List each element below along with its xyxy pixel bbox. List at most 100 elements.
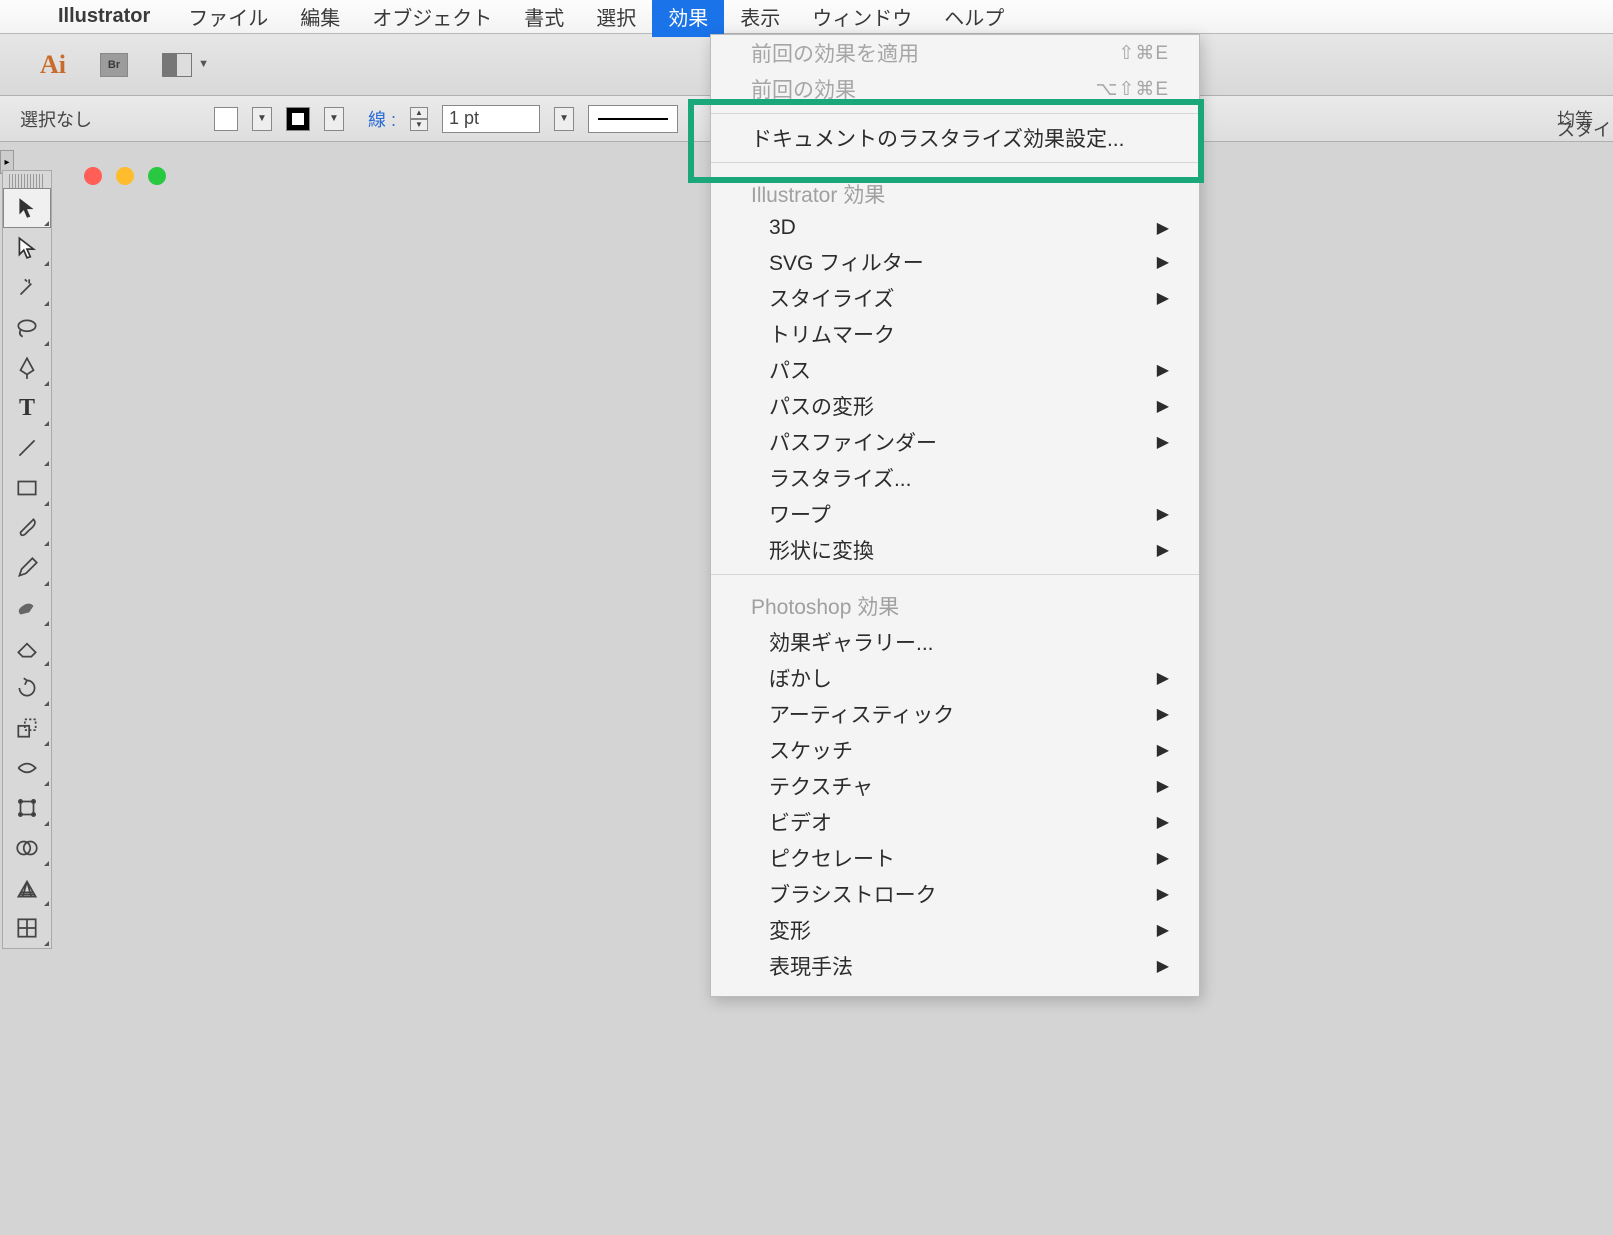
menu-item[interactable]: 表現手法▶ bbox=[711, 948, 1199, 984]
stroke-profile-preview[interactable] bbox=[588, 105, 678, 133]
arrange-documents-button[interactable] bbox=[162, 53, 192, 77]
menu-help[interactable]: ヘルプ bbox=[928, 0, 1020, 37]
menu-item-label: トリムマーク bbox=[769, 319, 895, 349]
macos-menubar: Illustrator ファイル 編集 オブジェクト 書式 選択 効果 表示 ウ… bbox=[0, 0, 1613, 34]
menu-item-label: スケッチ bbox=[769, 735, 853, 765]
effect-menu-dropdown: 前回の効果を適用 ⇧⌘E 前回の効果⌥⇧⌘E ドキュメントのラスタライズ効果設定...… bbox=[710, 34, 1200, 997]
submenu-arrow-icon: ▶ bbox=[1157, 704, 1169, 724]
menu-divider bbox=[711, 574, 1199, 575]
menu-window[interactable]: ウィンドウ bbox=[796, 0, 928, 37]
app-name[interactable]: Illustrator bbox=[58, 5, 150, 28]
menu-item: 前回の効果を適用 ⇧⌘E bbox=[711, 35, 1199, 71]
close-window-button[interactable] bbox=[84, 167, 102, 185]
menu-item[interactable]: SVG フィルター▶ bbox=[711, 244, 1199, 280]
menu-object[interactable]: オブジェクト bbox=[356, 0, 508, 37]
menu-item[interactable]: テクスチャ▶ bbox=[711, 768, 1199, 804]
menu-item[interactable]: 形状に変換▶ bbox=[711, 532, 1199, 568]
paintbrush-tool[interactable] bbox=[3, 508, 51, 548]
menu-shortcut: ⇧⌘E bbox=[1118, 42, 1169, 65]
menu-shortcut: ⌥⇧⌘E bbox=[1096, 78, 1170, 101]
pen-tool[interactable] bbox=[3, 348, 51, 388]
submenu-arrow-icon: ▶ bbox=[1157, 504, 1169, 524]
menu-item[interactable]: ピクセレート▶ bbox=[711, 840, 1199, 876]
menu-edit[interactable]: 編集 bbox=[284, 0, 356, 37]
minimize-window-button[interactable] bbox=[116, 167, 134, 185]
menu-item-label: パスの変形 bbox=[769, 391, 874, 421]
menu-item[interactable]: ぼかし ▶ bbox=[711, 660, 1199, 696]
lasso-tool[interactable] bbox=[3, 308, 51, 348]
menu-item-label: アーティスティック bbox=[769, 699, 954, 729]
submenu-arrow-icon: ▶ bbox=[1157, 360, 1169, 380]
menu-item[interactable]: 変形 ▶ bbox=[711, 912, 1199, 948]
shape-builder-tool[interactable] bbox=[3, 828, 51, 868]
menu-item[interactable]: 効果ギャラリー... bbox=[711, 624, 1199, 660]
menu-item[interactable]: ビデオ▶ bbox=[711, 804, 1199, 840]
menu-item-label: SVG フィルター bbox=[769, 247, 924, 277]
zoom-window-button[interactable] bbox=[148, 167, 166, 185]
bridge-button[interactable]: Br bbox=[100, 53, 128, 77]
mesh-tool[interactable] bbox=[3, 908, 51, 948]
menu-item[interactable]: スケッチ ▶ bbox=[711, 732, 1199, 768]
menu-type[interactable]: 書式 bbox=[508, 0, 580, 37]
menu-divider bbox=[711, 113, 1199, 114]
menu-view[interactable]: 表示 bbox=[724, 0, 796, 37]
menu-item-label: 3D bbox=[769, 216, 796, 240]
menu-item[interactable]: スタイライズ▶ bbox=[711, 280, 1199, 316]
menu-item-label: 変形 bbox=[769, 915, 811, 945]
submenu-arrow-icon: ▶ bbox=[1157, 740, 1169, 760]
menu-item[interactable]: ドキュメントのラスタライズ効果設定... bbox=[711, 120, 1199, 156]
menu-item-label: 前回の効果を適用 bbox=[751, 38, 919, 68]
stroke-weight-dropdown[interactable]: ▼ bbox=[554, 107, 574, 131]
scale-tool[interactable] bbox=[3, 708, 51, 748]
rectangle-tool[interactable] bbox=[3, 468, 51, 508]
palette-grip[interactable] bbox=[9, 174, 45, 188]
blob-brush-tool[interactable] bbox=[3, 588, 51, 628]
menu-item-label: 効果ギャラリー... bbox=[769, 627, 934, 657]
menu-divider bbox=[711, 162, 1199, 163]
menu-item[interactable]: パス ▶ bbox=[711, 352, 1199, 388]
stroke-weight-field[interactable]: 1 pt bbox=[442, 105, 540, 133]
menu-item[interactable]: パスの変形▶ bbox=[711, 388, 1199, 424]
stroke-swatch[interactable] bbox=[286, 107, 310, 131]
stroke-weight-stepper[interactable]: ▲▼ bbox=[410, 107, 428, 131]
eraser-tool[interactable] bbox=[3, 628, 51, 668]
direct-selection-tool[interactable] bbox=[3, 228, 51, 268]
stroke-label[interactable]: 線 : bbox=[368, 106, 396, 132]
fill-swatch[interactable] bbox=[214, 107, 238, 131]
menu-item[interactable]: ブラシストローク▶ bbox=[711, 876, 1199, 912]
free-transform-tool[interactable] bbox=[3, 788, 51, 828]
magic-wand-tool[interactable] bbox=[3, 268, 51, 308]
width-tool[interactable] bbox=[3, 748, 51, 788]
menu-section-header: Illustrator 効果 bbox=[711, 169, 1199, 212]
menu-file[interactable]: ファイル bbox=[172, 0, 284, 37]
menu-item-label: パス bbox=[769, 355, 811, 385]
menu-item[interactable]: 3D▶ bbox=[711, 212, 1199, 244]
fill-dropdown[interactable]: ▼ bbox=[252, 107, 272, 131]
menu-item[interactable]: アーティスティック ▶ bbox=[711, 696, 1199, 732]
menu-item-label: ドキュメントのラスタライズ効果設定... bbox=[751, 123, 1124, 153]
menu-item-label: ぼかし bbox=[769, 663, 832, 693]
menu-item[interactable]: ワープ▶ bbox=[711, 496, 1199, 532]
menu-item-label: Illustrator 効果 bbox=[751, 179, 885, 209]
submenu-arrow-icon: ▶ bbox=[1157, 920, 1169, 940]
submenu-arrow-icon: ▶ bbox=[1157, 956, 1169, 976]
menu-item[interactable]: パスファインダー▶ bbox=[711, 424, 1199, 460]
line-segment-tool[interactable] bbox=[3, 428, 51, 468]
pencil-tool[interactable] bbox=[3, 548, 51, 588]
menu-item: 前回の効果⌥⇧⌘E bbox=[711, 71, 1199, 107]
menu-item-label: スタイライズ bbox=[769, 283, 894, 313]
submenu-arrow-icon: ▶ bbox=[1157, 848, 1169, 868]
type-tool[interactable]: T bbox=[3, 388, 51, 428]
stroke-dropdown[interactable]: ▼ bbox=[324, 107, 344, 131]
submenu-arrow-icon: ▶ bbox=[1157, 668, 1169, 688]
menu-select[interactable]: 選択 bbox=[580, 0, 652, 37]
rotate-tool[interactable] bbox=[3, 668, 51, 708]
menu-section-header: Photoshop 効果 bbox=[711, 581, 1199, 624]
selection-tool[interactable] bbox=[3, 188, 51, 228]
menu-effect[interactable]: 効果 bbox=[652, 0, 724, 37]
menu-item-label: パスファインダー bbox=[769, 427, 937, 457]
perspective-grid-tool[interactable] bbox=[3, 868, 51, 908]
submenu-arrow-icon: ▶ bbox=[1157, 884, 1169, 904]
menu-item[interactable]: トリムマーク bbox=[711, 316, 1199, 352]
menu-item[interactable]: ラスタライズ... bbox=[711, 460, 1199, 496]
